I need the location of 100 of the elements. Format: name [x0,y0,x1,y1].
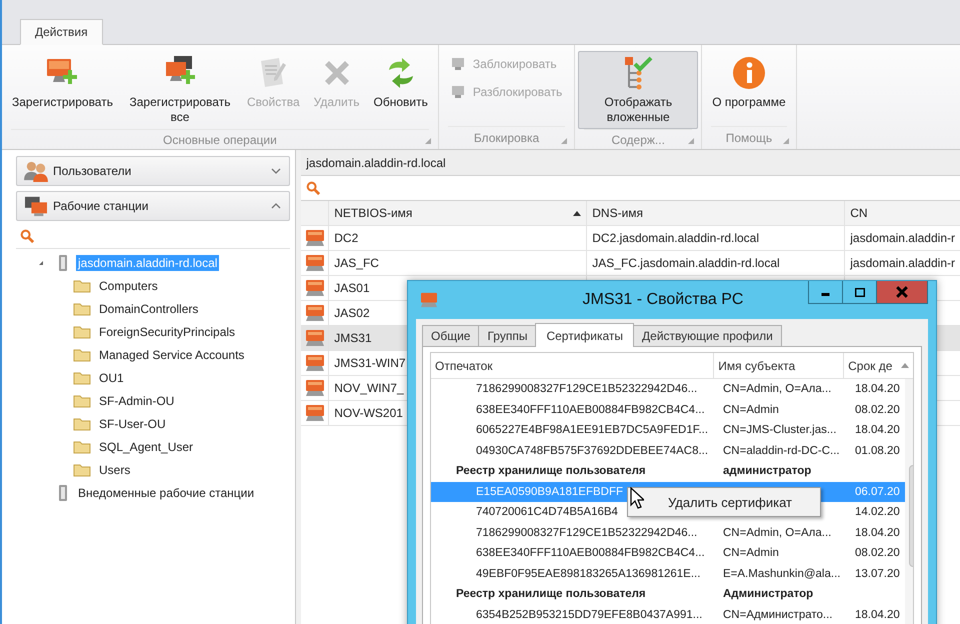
list-cell[interactable]: CN=JMS-Cluster.jas... [719,420,851,440]
chevron-down-icon [271,168,282,174]
list-cell[interactable]: 6354B252B953215DD79EFE8B0437A991... [431,604,719,624]
list-cell[interactable]: CN=Admin, O=Ала... [719,522,851,543]
minimize-button[interactable] [809,281,843,303]
close-button[interactable] [877,281,927,303]
table-cell: JMS31-WIN7 [334,356,406,370]
computer-icon [420,292,438,308]
tree-item[interactable]: SQL_Agent_User [97,438,196,454]
tree-item[interactable]: Computers [97,278,160,294]
table-cell: NOV-WS201 [334,406,403,420]
ribbon-button[interactable]: Обновить [366,51,435,129]
list-cell[interactable]: CN=Администрато... [719,604,851,624]
list-cell[interactable]: 7186299008327F129CE1B52322942D46... [431,379,719,400]
list-cell[interactable]: 638EE340FFF110AEB00884FB982CB4C4... [431,543,719,564]
list-cell[interactable]: 08.02.20 [851,400,905,420]
column-header[interactable]: DNS-имя [587,201,846,225]
path-label: jasdomain.aladdin-rd.local [306,156,446,170]
dialog-tab[interactable]: Действующие профили [633,325,782,346]
ribbon-button[interactable]: Зарегистрировать все [120,51,240,129]
list-cell[interactable]: 04930CA748FB575F37692DDEBEE74AC8... [431,440,719,461]
list-cell[interactable]: 18.04.20 [851,604,905,624]
folder-icon [73,440,91,454]
scroll-up-icon[interactable] [901,363,910,368]
column-header[interactable]: Срок де [844,353,898,378]
computer-icon [304,329,325,347]
computer-icon [304,229,325,247]
maximize-button[interactable] [843,281,877,303]
tree-item[interactable]: ForeignSecurityPrincipals [97,324,238,340]
group-launcher-icon[interactable] [424,138,431,144]
group-label: администратор [723,465,812,478]
dialog-tab[interactable]: Общие [422,325,480,346]
table-cell: NOV_WIN7_ [334,381,404,395]
tree-item[interactable]: SF-Admin-OU [97,392,176,408]
folder-icon [73,416,91,430]
tree-item[interactable]: SF-User-OU [97,416,168,432]
list-cell[interactable]: 01.08.20 [851,440,905,461]
group-launcher-icon[interactable] [561,138,568,144]
group-title: Основные операции [163,132,277,146]
server-icon [56,254,70,272]
folder-icon [73,278,91,292]
sidebar-section-header[interactable]: Пользователи [16,156,290,186]
table-row[interactable]: DC2 DC2.jasdomain.aladdin-rd.local jasdomain.aladdin-r [301,226,960,251]
list-cell[interactable]: 638EE340FFF110AEB00884FB982CB4C4... [431,400,719,420]
list-cell[interactable]: 08.02.20 [851,543,905,564]
group-label: Реестр хранилище пользователя [456,588,646,600]
list-cell[interactable]: 7186299008327F129CE1B52322942D46... [431,522,719,543]
column-header[interactable]: NETBIOS-имя [329,201,588,225]
list-cell[interactable]: 14.02.20 [851,502,905,522]
monitor-icon [450,85,465,99]
table-row[interactable]: JAS_FC JAS_FC.jasdomain.aladdin-rd.local jasdomain.aladdin-r [301,251,960,276]
group-launcher-icon[interactable] [782,138,789,144]
tree-item[interactable]: DomainControllers [97,300,200,316]
computer-icon [304,304,325,322]
table-cell: DC2 [334,231,358,245]
ribbon-button[interactable]: О программе [705,51,793,126]
list-cell[interactable]: E=A.Mashunkin@ala... [719,564,851,584]
search-field[interactable] [301,176,960,201]
dialog-tab[interactable]: Сертификаты [535,323,634,347]
tree-item[interactable]: Users [97,462,132,478]
column-header[interactable]: Имя субъекта [714,353,844,378]
minimize-icon [821,292,830,296]
column-header[interactable]: Отпечаток [431,353,714,378]
folder-icon [73,324,91,338]
group-label: Реестр хранилище пользователя [456,465,646,478]
list-cell[interactable]: CN=aladdin-rd-DC-C... [719,440,851,461]
dialog-title: JMS31 - Свойства PC [582,291,744,309]
list-cell[interactable]: 49EBF0F95EAE898183265A136981261E... [431,564,719,584]
computer-icon [304,379,325,397]
ribbon-button[interactable]: Зарегистрировать [5,51,120,129]
computer-icon [304,354,325,372]
list-cell[interactable]: 13.07.20 [851,564,905,584]
list-cell[interactable]: 18.04.20 [851,420,905,440]
list-cell[interactable]: 18.04.20 [851,522,905,543]
list-cell[interactable]: CN=Admin [719,400,851,420]
list-cell[interactable]: 18.04.20 [851,379,905,400]
tree-item[interactable]: Внедоменные рабочие станции [76,484,256,500]
group-label: Администратор [723,588,814,600]
mouse-cursor-icon [630,487,644,509]
tree-item[interactable]: OU1 [97,370,126,386]
users-icon [23,160,49,182]
tree-item[interactable]: Managed Service Accounts [97,346,246,362]
list-cell[interactable]: CN=Admin [719,543,851,564]
ribbon-tab[interactable]: Действия [20,19,103,45]
sidebar-section-header[interactable]: Рабочие станции [16,191,290,221]
search-icon [20,228,35,244]
list-cell[interactable]: CN=Admin, O=Ала... [719,379,851,400]
folder-icon [73,462,91,476]
list-cell[interactable]: 6065227E4BF98A1EE91EB7DC5A9FED1F... [431,420,719,440]
folder-icon [73,302,91,316]
computer-icon [304,254,325,272]
computer-icon [304,279,325,297]
computer-icon [304,404,325,422]
sort-ascending-icon [573,210,582,216]
ribbon-button[interactable]: Отображать вложенные [578,51,698,129]
dialog-tab[interactable]: Группы [478,325,536,346]
group-title: Содерж... [611,132,665,146]
group-launcher-icon[interactable] [688,138,694,144]
table-cell: JAS01 [334,281,370,295]
column-header[interactable]: CN [845,201,960,225]
